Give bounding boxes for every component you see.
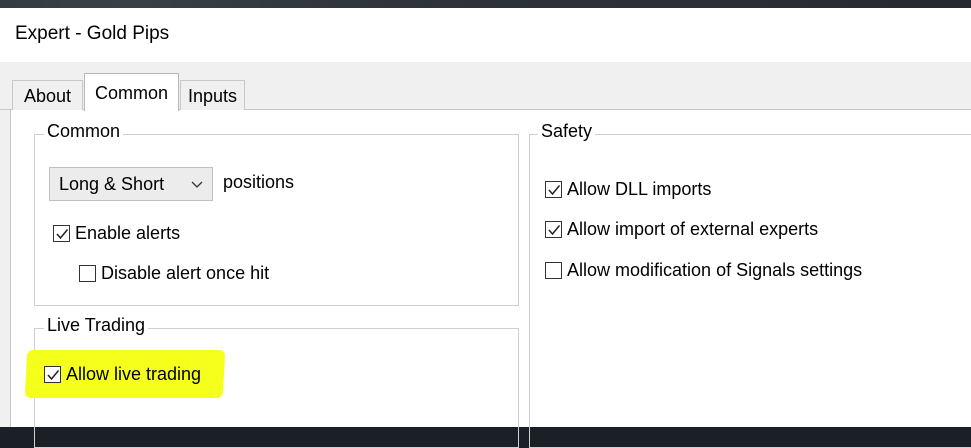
allow-external-experts-checkbox[interactable]: Allow import of external experts [545, 219, 818, 240]
allow-signals-modification-checkbox[interactable]: Allow modification of Signals settings [545, 260, 862, 281]
checkbox-icon [79, 265, 96, 282]
title-bar: Expert - Gold Pips [0, 8, 971, 62]
positions-select-value: Long & Short [59, 174, 165, 194]
checkbox-icon [44, 366, 61, 383]
checkmark-icon [55, 228, 68, 239]
safety-group-title: Safety [538, 121, 596, 142]
checkmark-icon [46, 369, 59, 380]
tab-about[interactable]: About [12, 80, 83, 110]
positions-label: positions [223, 172, 295, 192]
expert-properties-dialog: Expert - Gold Pips About Common Inputs C… [0, 8, 971, 448]
disable-alert-once-hit-checkbox[interactable]: Disable alert once hit [79, 263, 269, 284]
enable-alerts-checkbox[interactable]: Enable alerts [53, 223, 180, 244]
chevron-down-icon [191, 181, 203, 188]
checkmark-icon [547, 184, 560, 195]
allow-external-experts-label: Allow import of external experts [567, 219, 819, 239]
live-trading-group-title: Live Trading [44, 315, 149, 336]
safety-group: Safety Allow DLL imports Allow import of… [529, 121, 971, 448]
checkbox-icon [53, 225, 70, 242]
positions-select[interactable]: Long & Short [49, 167, 213, 201]
tab-inputs[interactable]: Inputs [180, 80, 245, 110]
tab-common[interactable]: Common [84, 73, 179, 111]
window-title: Expert - Gold Pips [15, 23, 170, 44]
checkbox-icon [545, 221, 562, 238]
allow-dll-imports-label: Allow DLL imports [567, 179, 712, 199]
common-group: Common Long & Short positions Enable ale… [34, 121, 519, 306]
common-group-title: Common [44, 121, 124, 142]
allow-dll-imports-checkbox[interactable]: Allow DLL imports [545, 179, 711, 200]
allow-signals-modification-label: Allow modification of Signals settings [567, 260, 863, 280]
allow-live-trading-checkbox[interactable]: Allow live trading [44, 364, 201, 385]
allow-live-trading-label: Allow live trading [66, 364, 202, 384]
disable-alert-once-hit-label: Disable alert once hit [101, 263, 270, 283]
checkmark-icon [547, 224, 560, 235]
checkbox-icon [545, 262, 562, 279]
enable-alerts-label: Enable alerts [75, 223, 181, 243]
checkbox-icon [545, 181, 562, 198]
